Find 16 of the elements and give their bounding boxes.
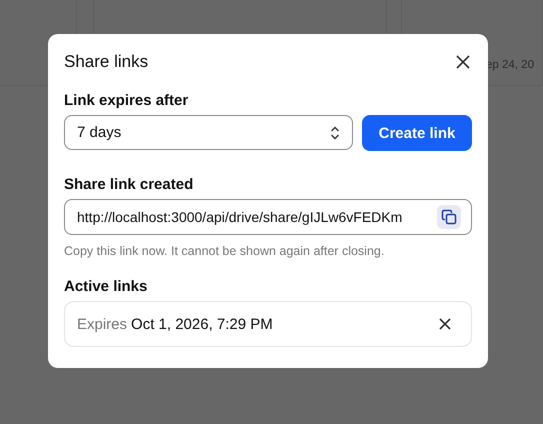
- expires-label: Expires: [77, 316, 128, 332]
- close-icon: [439, 318, 451, 330]
- close-icon: [455, 54, 471, 70]
- create-link-button[interactable]: Create link: [362, 115, 472, 151]
- copy-icon: [441, 209, 457, 225]
- chevron-updown-icon: [330, 126, 340, 140]
- expiry-date: Oct 1, 2026, 7:29 PM: [131, 316, 274, 332]
- revoke-button[interactable]: [439, 318, 451, 330]
- dialog-title: Share links: [64, 52, 148, 72]
- copy-button[interactable]: [437, 205, 461, 229]
- url-field[interactable]: http://localhost:3000/api/drive/share/gIJLw6vFEDKm: [64, 199, 472, 235]
- section-label: Share link created: [64, 176, 194, 193]
- section-label: Active links: [64, 278, 148, 295]
- expiry-select[interactable]: 7 days: [64, 115, 353, 150]
- section-label: Link expires after: [64, 92, 190, 109]
- hint-text: Copy this link now. It cannot be shown again after closing.: [64, 244, 386, 258]
